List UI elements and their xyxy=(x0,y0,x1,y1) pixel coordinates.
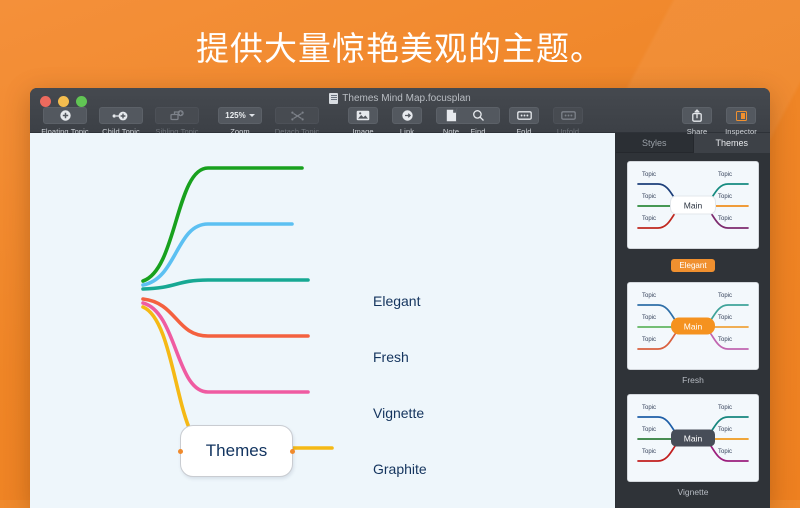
thumbnail-topic-label: Topic xyxy=(718,293,733,299)
toolbar-inspector[interactable]: Inspector xyxy=(720,107,762,136)
tab-styles-label: Styles xyxy=(641,137,667,148)
inspector-icon xyxy=(726,107,756,124)
promo-headline: 提供大量惊艳美观的主题。 xyxy=(196,30,604,67)
image-icon xyxy=(348,107,378,124)
zoom-dropdown-icon[interactable]: 125% xyxy=(218,107,262,124)
theme-thumbnail[interactable]: Topic Topic Topic Topic Topic Topic Main xyxy=(627,282,759,370)
thumbnail-main-node: Main xyxy=(671,317,715,335)
tab-themes[interactable]: Themes xyxy=(693,133,770,153)
sibling-topic-icon xyxy=(155,107,199,124)
toolbar-detach-topic[interactable]: Detach Topic xyxy=(270,107,324,136)
thumbnail-topic-label: Topic xyxy=(642,405,657,411)
zoom-value: 125% xyxy=(225,111,246,120)
node-connector-left xyxy=(178,448,183,454)
thumbnail-topic-label: Topic xyxy=(642,427,657,433)
toolbar-floating-topic[interactable]: Floating Topic xyxy=(38,107,92,136)
thumbnail-topic-label: Topic xyxy=(718,315,733,321)
thumbnail-topic-label: Topic xyxy=(718,216,733,222)
sidebar-tabbar: Styles Themes xyxy=(616,133,770,153)
theme-name-selected-badge: Elegant xyxy=(671,259,715,272)
plus-circle-icon xyxy=(43,107,87,124)
thumbnail-topic-label: Topic xyxy=(718,172,733,178)
child-topic-icon xyxy=(99,107,143,124)
thumbnail-topic-label: Topic xyxy=(642,293,657,299)
thumbnail-main-node: Main xyxy=(671,196,715,214)
mindmap-center-label: Themes xyxy=(205,441,268,460)
thumbnail-topic-label: Topic xyxy=(642,194,657,200)
thumbnail-topic-label: Topic xyxy=(718,427,733,433)
document-title: Themes Mind Map.focusplan xyxy=(342,93,471,104)
toolbar-group-detach: Detach Topic xyxy=(270,107,324,136)
toolbar-inspector-label: Inspector xyxy=(725,127,757,136)
thumbnail-topic-label: Topic xyxy=(642,315,657,321)
theme-thumbnail[interactable]: Topic Topic Topic Topic Topic Topic Main xyxy=(627,394,759,482)
window-titlebar: Themes Mind Map.focusplan Floating Topic xyxy=(30,88,770,136)
node-connector-right xyxy=(290,448,295,454)
toolbar-group-find: Find xyxy=(451,107,505,136)
toolbar-group-right: Share Inspector xyxy=(676,107,762,136)
inspector-sidebar: Styles Themes Topic Topic Topic Topic Topic T… xyxy=(616,133,770,508)
toolbar-zoom[interactable]: 125% Zoom xyxy=(213,107,267,136)
tab-themes-label: Themes xyxy=(715,137,748,148)
toolbar-sibling-topic[interactable]: Sibling Topic xyxy=(150,107,204,136)
toolbar-unfold[interactable]: Unfold xyxy=(547,107,589,136)
chevron-down-icon xyxy=(248,114,255,117)
mindmap-branch-vignette[interactable] xyxy=(141,278,310,291)
link-icon xyxy=(392,107,422,124)
fold-icon xyxy=(509,107,539,124)
thumbnail-main-node: Main xyxy=(671,429,715,447)
branch-label-fresh[interactable]: Fresh xyxy=(373,349,409,365)
thumbnail-topic-label: Topic xyxy=(718,337,733,343)
branch-label-vignette[interactable]: Vignette xyxy=(373,405,424,421)
toolbar-share[interactable]: Share xyxy=(676,107,718,136)
window-body: Themes Elegant Fresh Vignette Graphite O… xyxy=(30,133,770,508)
theme-card-fresh[interactable]: Topic Topic Topic Topic Topic Topic Main Fresh xyxy=(627,282,759,385)
thumbnail-topic-label: Topic xyxy=(642,337,657,343)
theme-name-wrapper: Vignette xyxy=(627,487,759,497)
theme-list[interactable]: Topic Topic Topic Topic Topic Topic Main Elegan… xyxy=(616,153,770,508)
toolbar-find[interactable]: Find xyxy=(451,107,505,136)
toolbar-image[interactable]: Image xyxy=(342,107,384,136)
toolbar-fold[interactable]: Fold xyxy=(503,107,545,136)
thumbnail-topic-label: Topic xyxy=(642,449,657,455)
theme-name-label: Vignette xyxy=(677,487,709,497)
mindmap-canvas[interactable]: Themes Elegant Fresh Vignette Graphite O… xyxy=(30,133,616,508)
toolbar-group-zoom: 125% Zoom xyxy=(213,107,267,136)
search-icon xyxy=(456,107,500,124)
tab-styles[interactable]: Styles xyxy=(616,133,694,153)
theme-card-vignette[interactable]: Topic Topic Topic Topic Topic Topic Main Vignet… xyxy=(627,394,759,497)
branch-label-elegant[interactable]: Elegant xyxy=(373,293,420,309)
theme-name-label: Fresh xyxy=(682,375,704,385)
document-icon xyxy=(329,93,339,104)
detach-topic-icon xyxy=(275,107,319,124)
branch-label-graphite[interactable]: Graphite xyxy=(373,461,427,477)
thumbnail-topic-label: Topic xyxy=(642,172,657,178)
thumbnail-topic-label: Topic xyxy=(718,194,733,200)
toolbar-group-topics: Floating Topic Child Topic Sibling Topic xyxy=(38,107,204,136)
theme-thumbnail[interactable]: Topic Topic Topic Topic Topic Topic Main xyxy=(627,161,759,249)
unfold-icon xyxy=(553,107,583,124)
toolbar-share-label: Share xyxy=(686,127,708,136)
theme-card-elegant[interactable]: Topic Topic Topic Topic Topic Topic Main Elegan… xyxy=(627,161,759,273)
app-window: Themes Mind Map.focusplan Floating Topic xyxy=(30,88,770,508)
thumbnail-topic-label: Topic xyxy=(642,216,657,222)
mindmap-center-node[interactable]: Themes xyxy=(178,425,295,477)
document-title-area: Themes Mind Map.focusplan xyxy=(30,93,770,104)
theme-name-wrapper: Fresh xyxy=(627,375,759,385)
mindmap-branches xyxy=(141,166,334,450)
toolbar-child-topic[interactable]: Child Topic xyxy=(94,107,148,136)
thumbnail-topic-label: Topic xyxy=(718,405,733,411)
toolbar-link[interactable]: Link xyxy=(386,107,428,136)
share-icon xyxy=(682,107,712,124)
theme-name-wrapper: Elegant xyxy=(627,254,759,273)
thumbnail-topic-label: Topic xyxy=(718,449,733,455)
toolbar-group-fold: Fold Unfold xyxy=(503,107,589,136)
